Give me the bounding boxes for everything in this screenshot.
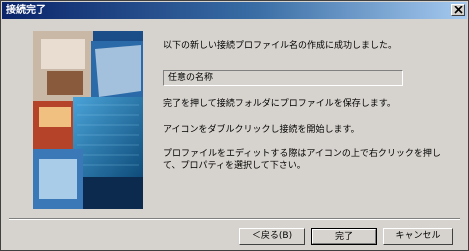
wizard-banner-image bbox=[33, 31, 143, 209]
button-divider bbox=[9, 218, 460, 220]
close-icon bbox=[454, 6, 463, 14]
profile-name-field: 任意の名称 bbox=[163, 70, 403, 86]
close-button[interactable] bbox=[451, 4, 465, 16]
finish-button-label: 完了 bbox=[312, 229, 376, 244]
banner-graphic bbox=[33, 31, 143, 209]
connect-instruction: アイコンをダブルクリックし接続を開始します。 bbox=[163, 125, 360, 135]
title-bar[interactable]: 接続完了 bbox=[2, 2, 467, 19]
back-button[interactable]: ＜戻る(B) bbox=[239, 228, 305, 245]
finish-button[interactable]: 完了 bbox=[311, 228, 377, 245]
window-title: 接続完了 bbox=[6, 5, 46, 16]
edit-instruction: プロファイルをエディットする際はアイコンの上で右クリックを押して、プロパティを選… bbox=[163, 149, 441, 171]
save-instruction: 完了を押して接続フォルダにプロファイルを保存します。 bbox=[163, 99, 396, 109]
connection-complete-dialog: 接続完了 以下の新しい接続プロファイル名の作成に成功しました。 任意の名称 完了… bbox=[0, 0, 469, 251]
success-message: 以下の新しい接続プロファイル名の作成に成功しました。 bbox=[163, 41, 398, 51]
cancel-button[interactable]: キャンセル bbox=[383, 228, 453, 245]
